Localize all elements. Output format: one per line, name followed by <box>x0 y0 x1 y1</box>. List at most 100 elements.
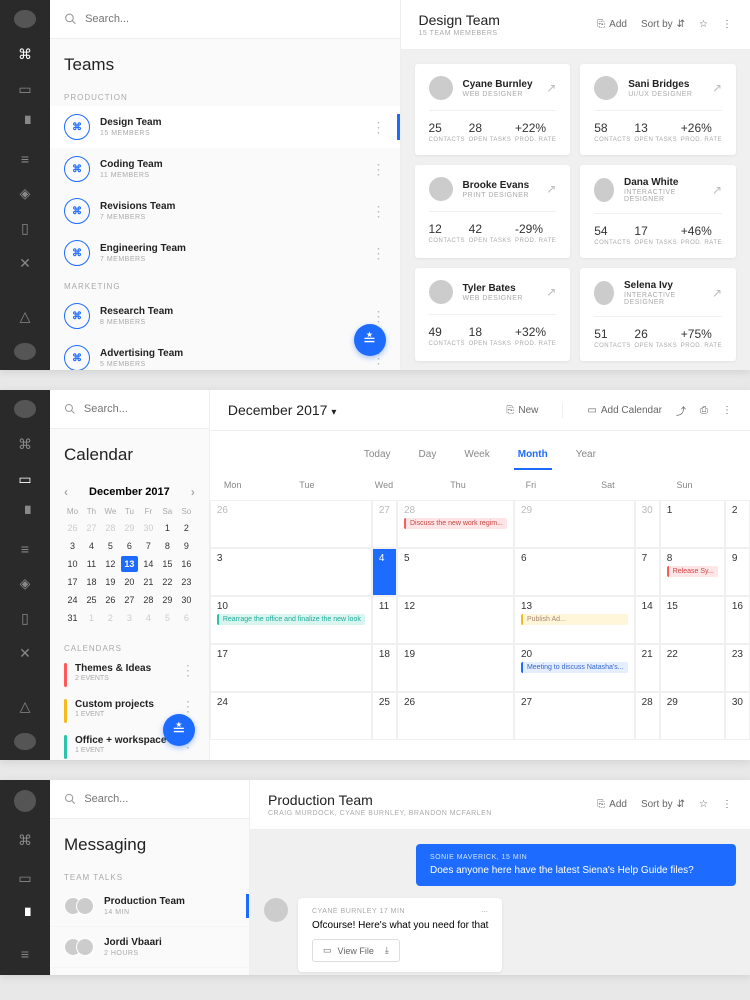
view-tab[interactable]: Week <box>460 441 493 470</box>
expand-icon[interactable]: ↗ <box>712 286 722 300</box>
calendar-event[interactable]: Release Sy... <box>667 566 718 577</box>
bottom-dot[interactable] <box>14 343 36 361</box>
mini-day[interactable]: 11 <box>83 556 100 572</box>
calendar-icon[interactable]: ▭ <box>15 471 35 488</box>
mini-day[interactable]: 2 <box>178 520 195 536</box>
calendar-cell[interactable]: 29 <box>660 692 725 740</box>
mini-day[interactable]: 15 <box>159 556 176 572</box>
calendar-more-icon[interactable]: ⋮ <box>181 663 195 677</box>
mini-day[interactable]: 1 <box>83 610 100 626</box>
mini-day[interactable]: 27 <box>83 520 100 536</box>
bell-icon[interactable]: △ <box>15 308 35 325</box>
mini-day[interactable]: 26 <box>102 592 119 608</box>
profile-dot[interactable] <box>14 10 36 28</box>
calendar-cell[interactable]: 5 <box>397 548 514 596</box>
mini-day[interactable]: 5 <box>102 538 119 554</box>
calendar-cell[interactable]: 23 <box>725 644 750 692</box>
mini-day[interactable]: 19 <box>102 574 119 590</box>
calendar-cell[interactable]: 7 <box>635 548 660 596</box>
calendar-cell[interactable]: 11 <box>372 596 397 644</box>
mini-day[interactable]: 4 <box>83 538 100 554</box>
calendar-cell[interactable]: 18 <box>372 644 397 692</box>
expand-icon[interactable]: ↗ <box>546 182 556 196</box>
prev-month-icon[interactable]: ‹ <box>64 485 68 499</box>
layers-icon[interactable]: ◈ <box>15 575 35 592</box>
mini-day[interactable]: 28 <box>102 520 119 536</box>
bell-icon[interactable]: △ <box>15 698 35 715</box>
share-icon[interactable]: ⤴ <box>676 403 686 418</box>
chat-icon[interactable]: ▝ <box>15 116 35 133</box>
doc-icon[interactable]: ▯ <box>15 610 35 627</box>
mini-day[interactable]: 8 <box>159 538 176 554</box>
mini-day[interactable]: 25 <box>83 592 100 608</box>
calendar-cell[interactable]: 26 <box>210 500 372 548</box>
calendar-more-icon[interactable]: ⋮ <box>181 699 195 713</box>
mini-day[interactable]: 3 <box>121 610 138 626</box>
mini-day[interactable]: 6 <box>121 538 138 554</box>
add-calendar-button[interactable]: ▭ Add Calendar <box>587 405 662 416</box>
calendar-cell[interactable]: 19 <box>397 644 514 692</box>
thread-item[interactable]: Production Team14 MIN <box>50 886 249 927</box>
layers-icon[interactable]: ◈ <box>15 185 35 202</box>
mini-day[interactable]: 21 <box>140 574 157 590</box>
mini-day[interactable]: 31 <box>64 610 81 626</box>
team-more-icon[interactable]: ⋮ <box>372 120 386 134</box>
calendar-cell[interactable]: 3 <box>210 548 372 596</box>
member-card[interactable]: Cyane BurnleyWEB DESIGNER↗25CONTACTS28OP… <box>415 64 571 155</box>
calendar-event[interactable]: Publish Ad... <box>521 614 628 625</box>
teams-icon[interactable]: ⌘ <box>15 436 35 453</box>
message-more-icon[interactable]: ⋯ <box>481 908 489 916</box>
mini-day[interactable]: 6 <box>178 610 195 626</box>
bottom-dot[interactable] <box>14 733 36 751</box>
mini-day[interactable]: 29 <box>121 520 138 536</box>
calendar-icon[interactable]: ▭ <box>15 81 35 98</box>
calendar-cell[interactable]: 27 <box>514 692 635 740</box>
view-tab[interactable]: Today <box>360 441 395 470</box>
teams-icon[interactable]: ⌘ <box>15 46 35 63</box>
more-icon[interactable]: ⋮ <box>722 19 732 30</box>
tools-icon[interactable]: ✕ <box>15 255 35 272</box>
calendar-event[interactable]: Rearrage the office and finalize the new… <box>217 614 365 625</box>
calendar-event[interactable]: Discuss the new work regim... <box>404 518 507 529</box>
calendar-cell[interactable]: 30 <box>635 500 660 548</box>
calendar-cell[interactable]: 1 <box>660 500 725 548</box>
view-tab[interactable]: Year <box>572 441 600 470</box>
list-icon[interactable]: ≡ <box>15 541 35 557</box>
calendar-cell[interactable]: 17 <box>210 644 372 692</box>
more-icon[interactable]: ⋮ <box>722 799 732 810</box>
calendar-cell[interactable]: 22 <box>660 644 725 692</box>
calendar-cell[interactable]: 28 <box>635 692 660 740</box>
profile-dot[interactable] <box>14 790 36 812</box>
calendar-cell[interactable]: 10Rearrage the office and finalize the n… <box>210 596 372 644</box>
print-icon[interactable]: ⎙ <box>700 405 708 416</box>
member-card[interactable]: Tyler BatesWEB DESIGNER↗49CONTACTS18OPEN… <box>415 268 571 361</box>
view-tab[interactable]: Month <box>514 441 552 470</box>
calendar-cell[interactable]: 21 <box>635 644 660 692</box>
team-more-icon[interactable]: ⋮ <box>372 204 386 218</box>
mini-day[interactable]: 10 <box>64 556 81 572</box>
mini-day[interactable]: 17 <box>64 574 81 590</box>
mini-day[interactable]: 30 <box>140 520 157 536</box>
add-button[interactable]: ⎘ Add <box>597 799 627 810</box>
next-month-icon[interactable]: › <box>191 485 195 499</box>
more-icon[interactable]: ⋮ <box>722 405 732 416</box>
mini-day[interactable]: 13 <box>121 556 138 572</box>
add-button[interactable]: ⎘ Add <box>597 19 627 30</box>
sort-button[interactable]: Sort by ⇵ <box>641 799 685 810</box>
calendar-cell[interactable]: 28Discuss the new work regim... <box>397 500 514 548</box>
add-calendar-fab[interactable]: ≛ <box>163 714 195 746</box>
mini-day[interactable]: 27 <box>121 592 138 608</box>
calendar-icon[interactable]: ▭ <box>15 868 35 888</box>
sort-button[interactable]: Sort by ⇵ <box>641 19 685 30</box>
star-icon[interactable]: ☆ <box>699 799 708 810</box>
mini-day[interactable]: 22 <box>159 574 176 590</box>
member-card[interactable]: Dana WhiteINTERACTIVE DESIGNER↗54CONTACT… <box>580 165 736 258</box>
search-input[interactable] <box>84 793 235 805</box>
mini-day[interactable]: 16 <box>178 556 195 572</box>
team-more-icon[interactable]: ⋮ <box>372 162 386 176</box>
mini-day[interactable]: 7 <box>140 538 157 554</box>
thread-item[interactable]: Will Collins <box>50 968 249 975</box>
team-item[interactable]: ⌘Advertising Team5 MEMBERS⋮ <box>50 337 400 370</box>
calendar-cell[interactable]: 29 <box>514 500 635 548</box>
search-input[interactable] <box>85 13 385 25</box>
